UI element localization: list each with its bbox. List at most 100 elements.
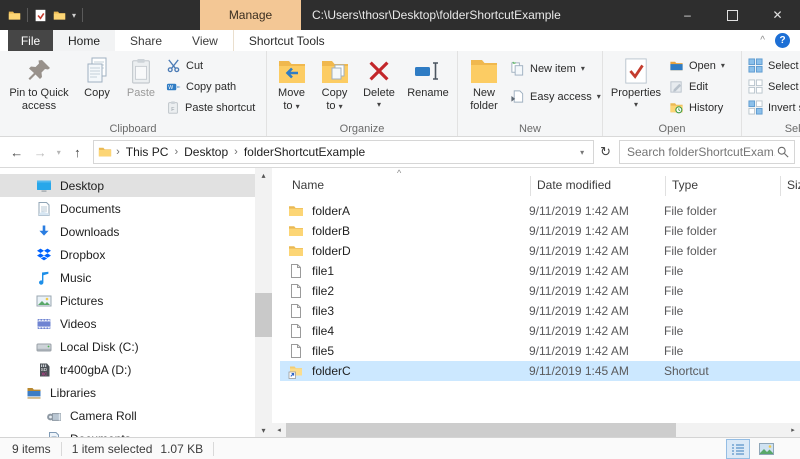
scroll-right-icon[interactable]: ▸: [786, 426, 800, 434]
sidebar-item-local-disk-c[interactable]: Local Disk (C:): [0, 335, 255, 358]
sidebar-item-desktop[interactable]: Desktop: [0, 174, 255, 197]
close-button[interactable]: ✕: [755, 0, 800, 30]
breadcrumb-desktop[interactable]: Desktop: [182, 145, 230, 159]
address-history-caret-icon[interactable]: ▾: [575, 148, 589, 157]
properties-icon[interactable]: [34, 9, 47, 22]
column-header-size[interactable]: Size: [787, 178, 800, 192]
paste-shortcut-button[interactable]: F Paste shortcut: [163, 98, 263, 117]
folder-icon[interactable]: [8, 9, 21, 22]
pin-to-quick-access-button[interactable]: Pin to Quick access: [3, 53, 75, 115]
tab-share[interactable]: Share: [115, 30, 177, 51]
file-row-foldera[interactable]: folderA9/11/2019 1:42 AMFile folder: [280, 201, 800, 221]
selection-count: 1 item selected: [72, 442, 153, 456]
sidebar-item-label: Downloads: [60, 225, 119, 239]
horizontal-scrollbar[interactable]: ◂ ▸: [272, 423, 800, 437]
column-divider[interactable]: [780, 176, 781, 196]
sidebar-item-libraries[interactable]: Libraries: [0, 381, 255, 404]
tab-home[interactable]: Home: [53, 30, 115, 51]
disk-icon: [36, 339, 52, 355]
thumbnails-view-button[interactable]: [754, 439, 778, 459]
new-folder-icon: [469, 55, 499, 87]
invert-selection-button[interactable]: Invert selection: [745, 98, 800, 117]
document-icon: [36, 201, 52, 217]
search-input[interactable]: [625, 144, 777, 160]
breadcrumb-current-folder[interactable]: folderShortcutExample: [242, 145, 367, 159]
rename-button[interactable]: Rename: [402, 53, 454, 102]
copy-to-button[interactable]: Copy to ▾: [313, 53, 356, 115]
items-count: 9 items: [12, 442, 51, 456]
sidebar-item-videos[interactable]: Videos: [0, 312, 255, 335]
sidebar-item-pictures[interactable]: Pictures: [0, 289, 255, 312]
file-row-folderb[interactable]: folderB9/11/2019 1:42 AMFile folder: [280, 221, 800, 241]
maximize-button[interactable]: [710, 0, 755, 30]
address-box[interactable]: › This PC › Desktop › folderShortcutExam…: [93, 140, 594, 164]
breadcrumb-this-pc[interactable]: This PC: [124, 145, 171, 159]
scroll-left-icon[interactable]: ◂: [272, 426, 286, 434]
column-header-type[interactable]: Type: [672, 178, 698, 192]
file-row-file3[interactable]: file39/11/2019 1:42 AMFile: [280, 301, 800, 321]
ribbon: Pin to Quick access Copy Paste Cut W Cop…: [0, 51, 800, 137]
help-icon[interactable]: ?: [775, 33, 790, 48]
tab-shortcut-tools[interactable]: Shortcut Tools: [233, 30, 340, 51]
search-icon[interactable]: [777, 146, 789, 158]
copy-path-button[interactable]: W Copy path: [163, 77, 263, 96]
history-button[interactable]: History: [666, 98, 738, 117]
scroll-down-icon[interactable]: ▾: [255, 423, 272, 437]
sidebar-item-camera-roll[interactable]: Camera Roll: [0, 404, 255, 427]
delete-button[interactable]: Delete ▾: [356, 53, 402, 111]
column-divider[interactable]: [665, 176, 666, 196]
file-row-folderd[interactable]: folderD9/11/2019 1:42 AMFile folder: [280, 241, 800, 261]
details-view-button[interactable]: [726, 439, 750, 459]
scrollbar-track[interactable]: [286, 423, 786, 437]
file-row-file4[interactable]: file49/11/2019 1:42 AMFile: [280, 321, 800, 341]
select-none-button[interactable]: Select none: [745, 77, 800, 96]
properties-button[interactable]: Properties ▾: [606, 53, 666, 111]
tab-file[interactable]: File: [8, 30, 53, 51]
collapse-ribbon-icon[interactable]: ^: [760, 35, 765, 46]
file-row-file1[interactable]: file19/11/2019 1:42 AMFile: [280, 261, 800, 281]
sidebar-scrollbar[interactable]: ▴ ▾: [255, 168, 272, 437]
tab-view[interactable]: View: [177, 30, 233, 51]
minimize-button[interactable]: –: [665, 0, 710, 30]
sidebar-item-documents[interactable]: Documents: [0, 427, 255, 437]
back-button[interactable]: ←: [5, 145, 28, 160]
up-button[interactable]: ↑: [66, 145, 89, 160]
recent-locations-caret-icon[interactable]: ▾: [52, 148, 66, 157]
open-button[interactable]: Open ▾: [666, 56, 738, 75]
file-type: File: [664, 304, 800, 318]
sidebar-item-music[interactable]: Music: [0, 266, 255, 289]
qat-dropdown-caret-icon[interactable]: ▾: [72, 11, 76, 20]
new-folder-button[interactable]: New folder: [461, 53, 507, 115]
refresh-icon[interactable]: ↻: [600, 144, 611, 160]
sidebar-item-dropbox[interactable]: Dropbox: [0, 243, 255, 266]
column-header-date-modified[interactable]: Date modified: [537, 178, 611, 192]
move-to-button[interactable]: Move to ▾: [270, 53, 313, 115]
invert-selection-icon: [748, 100, 763, 115]
file-row-folderc[interactable]: folderC9/11/2019 1:45 AMShortcut: [280, 361, 800, 381]
forward-button[interactable]: →: [28, 145, 51, 160]
cut-button[interactable]: Cut: [163, 56, 263, 75]
edit-button[interactable]: Edit: [666, 77, 738, 96]
copy-button[interactable]: Copy: [75, 53, 119, 102]
sidebar-item-downloads[interactable]: Downloads: [0, 220, 255, 243]
tab-manage[interactable]: Manage: [200, 0, 301, 30]
sidebar-item-documents[interactable]: Documents: [0, 197, 255, 220]
new-item-button[interactable]: New item ▾: [507, 59, 599, 78]
sdcard-icon: SDxc: [36, 362, 52, 378]
scrollbar-thumb[interactable]: [286, 423, 676, 437]
file-row-file2[interactable]: file29/11/2019 1:42 AMFile: [280, 281, 800, 301]
column-header-name[interactable]: Name: [292, 178, 324, 192]
scrollbar-thumb[interactable]: [255, 293, 272, 337]
easy-access-button[interactable]: Easy access ▾: [507, 87, 599, 106]
breadcrumb-separator: ›: [116, 146, 120, 158]
paste-button[interactable]: Paste: [119, 53, 163, 102]
scroll-up-icon[interactable]: ▴: [255, 168, 272, 182]
column-divider[interactable]: [530, 176, 531, 196]
search-box: [619, 140, 795, 164]
file-row-file5[interactable]: file59/11/2019 1:42 AMFile: [280, 341, 800, 361]
select-all-button[interactable]: Select all: [745, 56, 800, 75]
folder-icon[interactable]: [53, 9, 66, 22]
divider: [27, 8, 28, 22]
file-type: File folder: [664, 244, 800, 258]
sidebar-item-tr400gba-d[interactable]: SDxctr400gbA (D:): [0, 358, 255, 381]
